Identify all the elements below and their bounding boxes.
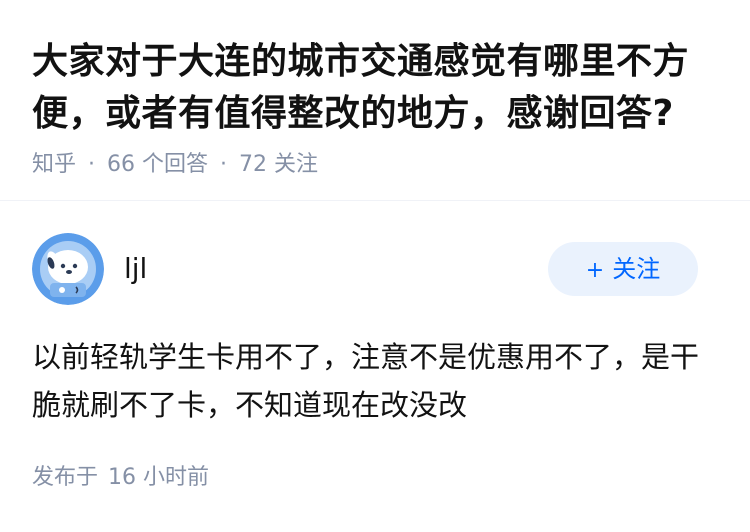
separator-dot: ·	[88, 152, 96, 177]
follow-button-label: 关注	[612, 255, 661, 283]
publish-label: 发布于	[32, 465, 99, 490]
publish-time: 发布于 16 小时前	[32, 463, 209, 493]
question-meta: 知乎 · 66 个回答 · 72 关注	[32, 150, 722, 180]
separator-dot: ·	[220, 152, 228, 177]
question-title[interactable]: 大家对于大连的城市交通感觉有哪里不方便，或者有值得整改的地方，感谢回答?	[32, 36, 722, 140]
source-label: 知乎	[32, 152, 77, 177]
plus-icon: +	[585, 258, 605, 283]
follower-count[interactable]: 72 关注	[239, 152, 318, 177]
answer-content[interactable]: 以前轻轨学生卡用不了，注意不是优惠用不了，是干脆就刷不了卡，不知道现在改没改	[32, 333, 712, 429]
follow-button[interactable]: + 关注	[548, 242, 698, 296]
question-header: 大家对于大连的城市交通感觉有哪里不方便，或者有值得整改的地方，感谢回答? 知乎 ·…	[32, 36, 722, 180]
publish-time-value: 16 小时前	[108, 465, 210, 490]
author-name[interactable]: ljl	[124, 251, 147, 287]
answer-count[interactable]: 66 个回答	[107, 152, 208, 177]
astronaut-dog-avatar-icon	[32, 233, 104, 305]
answer-card: ljl + 关注 以前轻轨学生卡用不了，注意不是优惠用不了，是干脆就刷不了卡，不知…	[0, 201, 750, 532]
author-avatar[interactable]	[32, 233, 104, 305]
answer-page: 大家对于大连的城市交通感觉有哪里不方便，或者有值得整改的地方，感谢回答? 知乎 ·…	[0, 0, 750, 532]
